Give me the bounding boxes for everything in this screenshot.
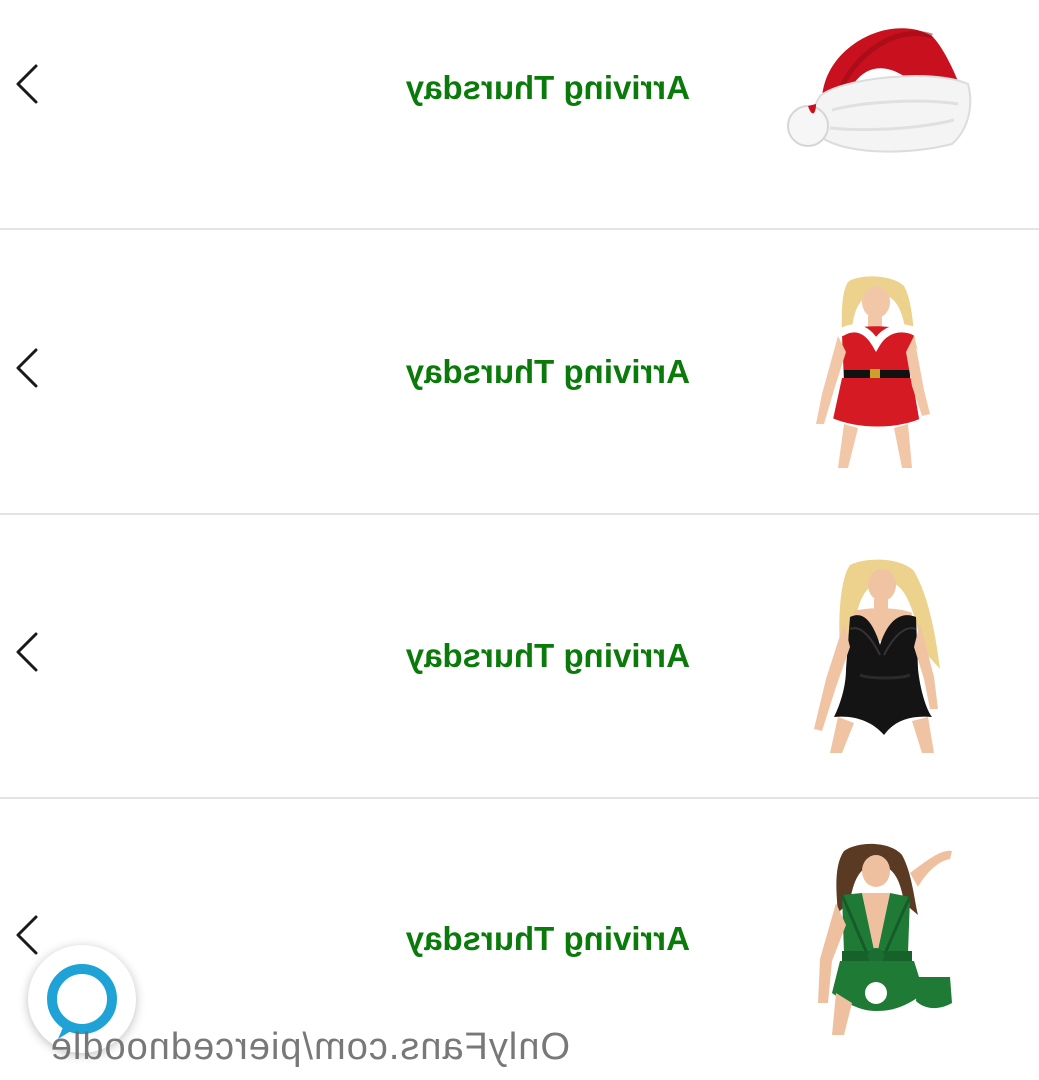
delivery-status: Arriving Thursday bbox=[405, 353, 690, 390]
chevron-left-icon[interactable] bbox=[12, 630, 42, 674]
santa-hat-image[interactable] bbox=[782, 6, 974, 158]
order-item-row[interactable]: Arriving Thursday bbox=[0, 515, 1039, 753]
order-item-row[interactable]: Arriving Thursday bbox=[0, 230, 1039, 468]
chevron-left-icon[interactable] bbox=[12, 62, 42, 106]
delivery-status: Arriving Thursday bbox=[405, 637, 690, 674]
red-lace-bodysuit-image[interactable] bbox=[808, 274, 936, 470]
watermark-text: OnlyFans.com/piercednoodle bbox=[49, 1026, 570, 1068]
order-item-row[interactable]: Arriving Thursday bbox=[0, 799, 1039, 1035]
delivery-status: Arriving Thursday bbox=[405, 69, 690, 106]
delivery-status: Arriving Thursday bbox=[405, 920, 690, 957]
chevron-left-icon[interactable] bbox=[12, 346, 42, 390]
black-lace-bodysuit-image[interactable] bbox=[810, 559, 942, 755]
green-lace-bodysuit-image[interactable] bbox=[806, 843, 956, 1037]
order-item-row[interactable]: Arriving Thursday bbox=[0, 0, 1039, 228]
